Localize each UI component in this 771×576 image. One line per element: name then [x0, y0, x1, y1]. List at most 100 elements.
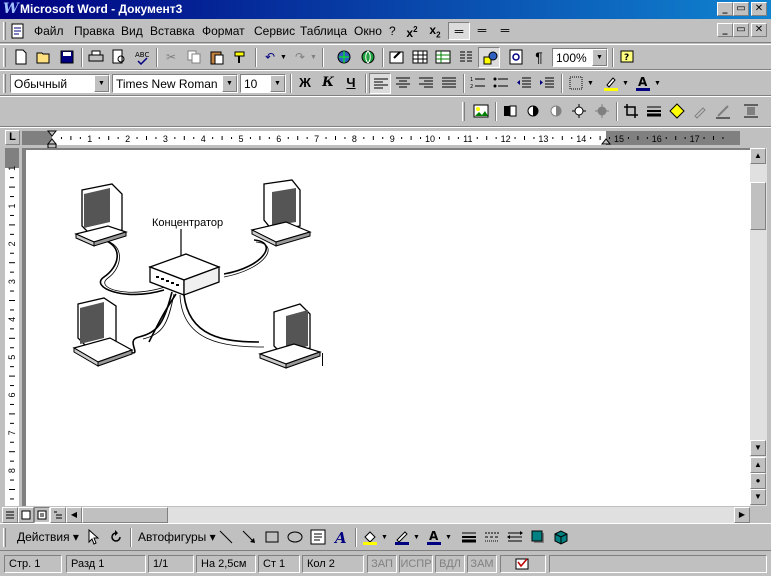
toolbar-grip[interactable]: [3, 48, 6, 67]
horizontal-ruler[interactable]: L 1 2 3 4 5 6 7 8 9 10 11 12 13 14 15 16 17: [0, 127, 771, 149]
horizontal-scroll-track[interactable]: [82, 507, 734, 523]
insert-table-button[interactable]: [409, 47, 431, 68]
insert-hyperlink-button[interactable]: [333, 47, 355, 68]
font-size-combo[interactable]: 10 ▼: [240, 74, 286, 93]
borders-button[interactable]: [565, 73, 587, 94]
menu-file[interactable]: Файл: [34, 24, 64, 38]
fill-color-dropdown[interactable]: ▼: [381, 527, 388, 548]
print-layout-button[interactable]: [34, 507, 50, 523]
draw-font-color-dropdown[interactable]: ▼: [445, 527, 452, 548]
scroll-up-button[interactable]: ▲: [750, 148, 766, 164]
bold-button[interactable]: Ж: [294, 73, 316, 94]
underline-button[interactable]: Ч: [340, 73, 362, 94]
status-record-macro[interactable]: ЗАП: [367, 555, 397, 573]
web-layout-button[interactable]: [18, 507, 34, 523]
fill-color-button[interactable]: [359, 527, 381, 548]
line-color-dropdown[interactable]: ▼: [413, 527, 420, 548]
show-hide-button[interactable]: ¶: [528, 47, 550, 68]
italic-button[interactable]: К: [317, 73, 339, 94]
superscript-icon[interactable]: x2: [401, 22, 423, 40]
numbering-button[interactable]: 12: [467, 73, 489, 94]
status-extend[interactable]: ВДЛ: [435, 555, 465, 573]
restore-button[interactable]: ▭: [733, 2, 749, 16]
vertical-ruler[interactable]: 1 1 2 3 4 5 6 7 8: [0, 148, 22, 506]
new-document-button[interactable]: [10, 47, 32, 68]
previous-page-button[interactable]: ▲: [750, 457, 766, 473]
menu-edit[interactable]: Правка: [74, 24, 115, 38]
less-contrast-button[interactable]: [545, 101, 567, 122]
document-page[interactable]: Концентратор: [26, 150, 750, 506]
font-dropdown-arrow[interactable]: ▼: [222, 75, 237, 92]
style-dropdown-arrow[interactable]: ▼: [94, 75, 109, 92]
toolbar-grip[interactable]: [3, 74, 6, 93]
align-left-button[interactable]: [369, 73, 391, 94]
select-browse-object-button[interactable]: ●: [750, 473, 766, 489]
menu-window[interactable]: Окно: [354, 24, 382, 38]
wordart-button[interactable]: A: [330, 527, 352, 548]
spelling-button[interactable]: ABC: [131, 47, 153, 68]
zoom-dropdown-arrow[interactable]: ▼: [592, 49, 607, 66]
bullets-button[interactable]: [490, 73, 512, 94]
scroll-thumb[interactable]: [750, 182, 766, 230]
oval-tool-button[interactable]: [284, 527, 306, 548]
document-icon[interactable]: [10, 23, 26, 39]
font-color-dropdown[interactable]: ▼: [654, 73, 661, 94]
undo-button[interactable]: ↶: [259, 47, 281, 68]
less-brightness-button[interactable]: [591, 101, 613, 122]
menu-tools[interactable]: Сервис: [254, 24, 295, 38]
horizontal-scroll-thumb[interactable]: [82, 507, 168, 523]
text-wrapping-button[interactable]: [740, 101, 762, 122]
borders-dropdown[interactable]: ▼: [587, 73, 594, 94]
format-picture-button[interactable]: [666, 101, 688, 122]
line-color-button[interactable]: [391, 527, 413, 548]
cut-button[interactable]: ✂: [160, 47, 182, 68]
next-page-button[interactable]: ▼: [750, 489, 766, 505]
font-color-button[interactable]: A: [632, 73, 654, 94]
scroll-right-button[interactable]: ▶: [734, 507, 750, 523]
redo-dropdown[interactable]: ▼: [310, 47, 317, 68]
doc-close-button[interactable]: ✕: [751, 23, 767, 37]
font-combo[interactable]: Times New Roman ▼: [112, 74, 238, 93]
doc-minimize-button[interactable]: _: [717, 23, 733, 37]
rectangle-tool-button[interactable]: [261, 527, 283, 548]
redo-button[interactable]: ↷: [289, 47, 311, 68]
web-toolbar-button[interactable]: [357, 47, 379, 68]
word-app-icon[interactable]: W: [3, 2, 19, 16]
size-dropdown-arrow[interactable]: ▼: [270, 75, 285, 92]
style-combo[interactable]: Обычный ▼: [10, 74, 110, 93]
tables-borders-button[interactable]: [386, 47, 408, 68]
scroll-down-button[interactable]: ▼: [750, 440, 766, 456]
menu-help[interactable]: ?: [389, 24, 396, 38]
single-line-spacing-icon[interactable]: ═: [448, 22, 470, 40]
crop-button[interactable]: [620, 101, 642, 122]
free-rotate-button[interactable]: [105, 527, 127, 548]
columns-button[interactable]: [455, 47, 477, 68]
save-button[interactable]: [56, 47, 78, 68]
line-style-button[interactable]: [643, 101, 665, 122]
drawing-button[interactable]: [478, 47, 500, 68]
close-button[interactable]: ✕: [751, 2, 767, 16]
image-control-button[interactable]: [499, 101, 521, 122]
vertical-scrollbar[interactable]: ▲ ▼ ▲ ● ▼: [750, 148, 767, 506]
paste-button[interactable]: [206, 47, 228, 68]
toolbar-grip[interactable]: [3, 528, 6, 547]
subscript-icon[interactable]: x2: [424, 22, 446, 40]
justify-button[interactable]: [438, 73, 460, 94]
undo-dropdown[interactable]: ▼: [280, 47, 287, 68]
text-box-button[interactable]: [307, 527, 329, 548]
print-preview-button[interactable]: [108, 47, 130, 68]
align-center-button[interactable]: [392, 73, 414, 94]
line-spacing-1-5-icon[interactable]: ═: [471, 22, 493, 40]
more-contrast-button[interactable]: [522, 101, 544, 122]
autoshapes-menu-button[interactable]: Автофигуры ▾: [134, 527, 216, 548]
format-painter-button[interactable]: [229, 47, 251, 68]
line-tool-button[interactable]: [215, 527, 237, 548]
draw-menu-button[interactable]: Действия ▾: [10, 527, 80, 548]
doc-restore-button[interactable]: ▭: [733, 23, 749, 37]
menu-view[interactable]: Вид: [121, 24, 143, 38]
status-track-changes[interactable]: ИСПР: [399, 555, 433, 573]
highlight-button[interactable]: [600, 73, 622, 94]
reset-picture-button[interactable]: [712, 101, 734, 122]
draw-font-color-button[interactable]: A: [423, 527, 445, 548]
toolbar-grip[interactable]: [462, 102, 465, 121]
